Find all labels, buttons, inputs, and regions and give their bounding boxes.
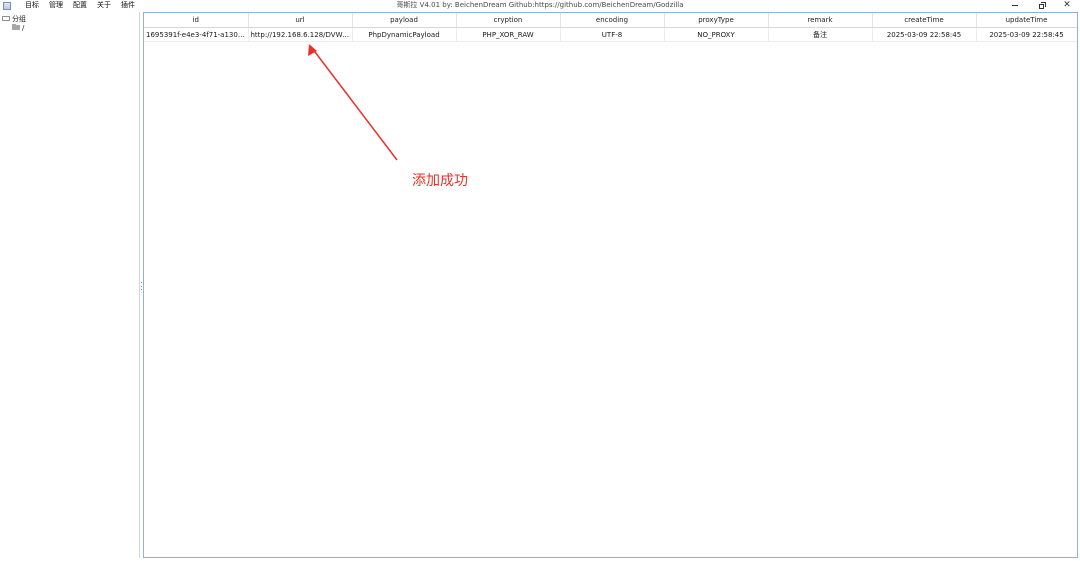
tree-node-root[interactable]: 分组 xyxy=(2,14,26,23)
restore-icon xyxy=(1038,2,1046,9)
cell-remark[interactable]: 备注 xyxy=(768,27,873,42)
close-button[interactable]: ✕ xyxy=(1054,0,1080,11)
cell-updatetime[interactable]: 2025-03-09 22:58:45 xyxy=(976,27,1077,42)
folder-open-icon xyxy=(2,16,10,21)
tree-node-label: / xyxy=(22,23,25,32)
table-row[interactable]: 1695391f-e4e3-4f71-a130-0b... http://192… xyxy=(144,27,1077,42)
cell-cryption[interactable]: PHP_XOR_RAW xyxy=(456,27,561,42)
cell-encoding[interactable]: UTF-8 xyxy=(560,27,665,42)
tree-node-slash[interactable]: / xyxy=(12,23,24,32)
column-header-id[interactable]: id xyxy=(144,13,249,28)
menu-target[interactable]: 目标 xyxy=(20,0,44,11)
annotation-label: 添加成功 xyxy=(412,173,468,189)
column-header-remark[interactable]: remark xyxy=(768,13,873,28)
menu-config[interactable]: 配置 xyxy=(68,0,92,11)
cell-createtime[interactable]: 2025-03-09 22:58:45 xyxy=(872,27,977,42)
window-controls: ✕ xyxy=(1002,0,1080,11)
menu-plugins[interactable]: 插件 xyxy=(116,0,140,11)
column-header-url[interactable]: url xyxy=(248,13,353,28)
minimize-button[interactable] xyxy=(1002,0,1028,11)
table-header-row: id url payload cryption encoding proxyTy… xyxy=(144,13,1077,28)
close-icon: ✕ xyxy=(1063,0,1071,10)
title-bar: 目标 管理 配置 关于 插件 哥斯拉 V4.01 by: BeichenDrea… xyxy=(0,0,1080,11)
column-header-updatetime[interactable]: updateTime xyxy=(976,13,1077,28)
minimize-icon xyxy=(1012,5,1018,6)
cell-proxytype[interactable]: NO_PROXY xyxy=(664,27,769,42)
column-header-encoding[interactable]: encoding xyxy=(560,13,665,28)
menu-about[interactable]: 关于 xyxy=(92,0,116,11)
column-header-proxytype[interactable]: proxyType xyxy=(664,13,769,28)
shell-table-panel: id url payload cryption encoding proxyTy… xyxy=(143,12,1078,558)
window-title: 哥斯拉 V4.01 by: BeichenDream Github:https:… xyxy=(396,1,684,9)
menu-manage[interactable]: 管理 xyxy=(44,0,68,11)
folder-icon xyxy=(12,24,20,30)
tree-node-label: 分组 xyxy=(12,14,26,23)
shell-table: id url payload cryption encoding proxyTy… xyxy=(144,13,1077,42)
column-header-createtime[interactable]: createTime xyxy=(872,13,977,28)
cell-url[interactable]: http://192.168.6.128/DVWA-... xyxy=(248,27,353,42)
cell-payload[interactable]: PhpDynamicPayload xyxy=(352,27,457,42)
app-icon xyxy=(3,1,11,10)
column-header-payload[interactable]: payload xyxy=(352,13,457,28)
cell-id[interactable]: 1695391f-e4e3-4f71-a130-0b... xyxy=(144,27,249,42)
group-tree-panel: 分组 / xyxy=(0,12,140,558)
menu-bar: 目标 管理 配置 关于 插件 xyxy=(20,0,140,11)
column-header-cryption[interactable]: cryption xyxy=(456,13,561,28)
restore-button[interactable] xyxy=(1028,0,1054,11)
